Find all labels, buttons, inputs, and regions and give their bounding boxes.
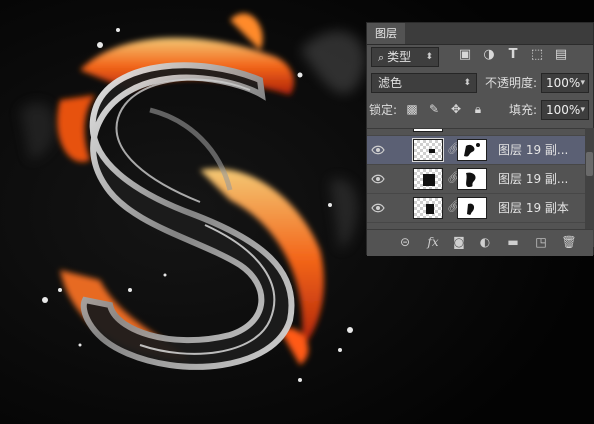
- lock-label: 锁定:: [369, 103, 398, 117]
- filter-kind-label: 类型: [387, 50, 412, 64]
- fill-input[interactable]: 100% ▾: [541, 100, 589, 120]
- fx-icon[interactable]: fx: [425, 234, 441, 250]
- layer-name[interactable]: 图层 19 副...: [498, 165, 568, 193]
- lock-row: 锁定: ▩ ✎ ✥ 🔒︎ 填充: 100% ▾: [367, 100, 593, 120]
- layer-row[interactable]: 🔗︎ 图层 19 副...: [367, 136, 585, 165]
- chain-link-icon[interactable]: 🔗︎: [447, 200, 461, 214]
- filter-kind-dropdown[interactable]: ⌕ 类型 ⬍: [371, 47, 439, 67]
- adjustment-layer-icon[interactable]: ◐: [477, 234, 493, 250]
- smart-object-filter-icon[interactable]: ▤: [553, 47, 569, 63]
- search-icon: ⌕: [378, 51, 385, 64]
- fill-label: 填充:: [509, 103, 538, 117]
- layers-panel: 图层 ⌕ 类型 ⬍ ▣ ◑ T ⬚ ▤ 滤色 ⬍ 不透明度: 100% ▾ 锁定:…: [366, 22, 594, 256]
- lock-paint-icon[interactable]: ✎: [427, 102, 441, 116]
- layer-row[interactable]: 🔗︎ 图层 19 副...: [367, 165, 585, 194]
- lock-all-icon[interactable]: 🔒︎: [471, 102, 485, 116]
- eye-icon[interactable]: [371, 144, 385, 156]
- blend-mode-dropdown[interactable]: 滤色 ⬍: [371, 73, 477, 93]
- eye-icon[interactable]: [371, 202, 385, 214]
- layer-thumbnail: [413, 168, 443, 190]
- tab-layers[interactable]: 图层: [367, 23, 405, 44]
- layer-name[interactable]: 图层 19 副本: [498, 194, 569, 222]
- layer-row-partial[interactable]: [367, 129, 585, 136]
- chevron-down-icon: ▾: [580, 105, 585, 115]
- image-filter-icon[interactable]: ▣: [457, 47, 473, 63]
- thumbnail-selection-outline: [412, 138, 444, 162]
- new-layer-icon[interactable]: ◳: [533, 234, 549, 250]
- dropdown-arrows-icon: ⬍: [463, 78, 471, 88]
- layer-thumbnail: [413, 197, 443, 219]
- chain-link-icon[interactable]: 🔗︎: [447, 142, 461, 156]
- shape-filter-icon[interactable]: ⬚: [529, 47, 545, 63]
- lock-position-icon[interactable]: ✥: [449, 102, 463, 116]
- new-group-icon[interactable]: ▬: [505, 234, 521, 250]
- layer-mask-thumbnail[interactable]: [457, 197, 487, 219]
- panel-tab-bar: 图层: [367, 23, 593, 45]
- delete-layer-icon[interactable]: 🗑︎: [561, 234, 577, 250]
- blend-row: 滤色 ⬍ 不透明度: 100% ▾: [367, 73, 593, 93]
- chevron-down-icon: ▾: [580, 78, 585, 88]
- type-filter-icon[interactable]: T: [505, 47, 521, 63]
- chain-link-icon[interactable]: 🔗︎: [447, 171, 461, 185]
- adjustment-filter-icon[interactable]: ◑: [481, 47, 497, 63]
- layer-thumbnail: [413, 129, 443, 132]
- scrollbar-thumb[interactable]: [586, 152, 593, 176]
- layer-mask-thumbnail[interactable]: [457, 168, 487, 190]
- layer-mask-thumbnail[interactable]: [457, 139, 487, 161]
- opacity-value: 100%: [546, 76, 581, 90]
- opacity-input[interactable]: 100% ▾: [541, 73, 589, 93]
- fill-value: 100%: [546, 103, 581, 117]
- filter-row: ⌕ 类型 ⬍ ▣ ◑ T ⬚ ▤: [367, 47, 593, 67]
- layer-row[interactable]: 🔗︎ 图层 19 副本: [367, 194, 585, 223]
- dropdown-arrows-icon: ⬍: [425, 52, 433, 62]
- link-layers-icon[interactable]: ⊝: [397, 234, 413, 250]
- opacity-label: 不透明度:: [485, 76, 538, 90]
- eye-icon[interactable]: [371, 173, 385, 185]
- add-mask-icon[interactable]: ◙: [451, 234, 467, 250]
- layer-name[interactable]: 图层 19 副...: [498, 136, 568, 164]
- blend-mode-value: 滤色: [378, 76, 403, 90]
- panel-footer: ⊝ fx ◙ ◐ ▬ ◳ 🗑︎: [367, 229, 593, 256]
- lock-transparent-icon[interactable]: ▩: [405, 102, 419, 116]
